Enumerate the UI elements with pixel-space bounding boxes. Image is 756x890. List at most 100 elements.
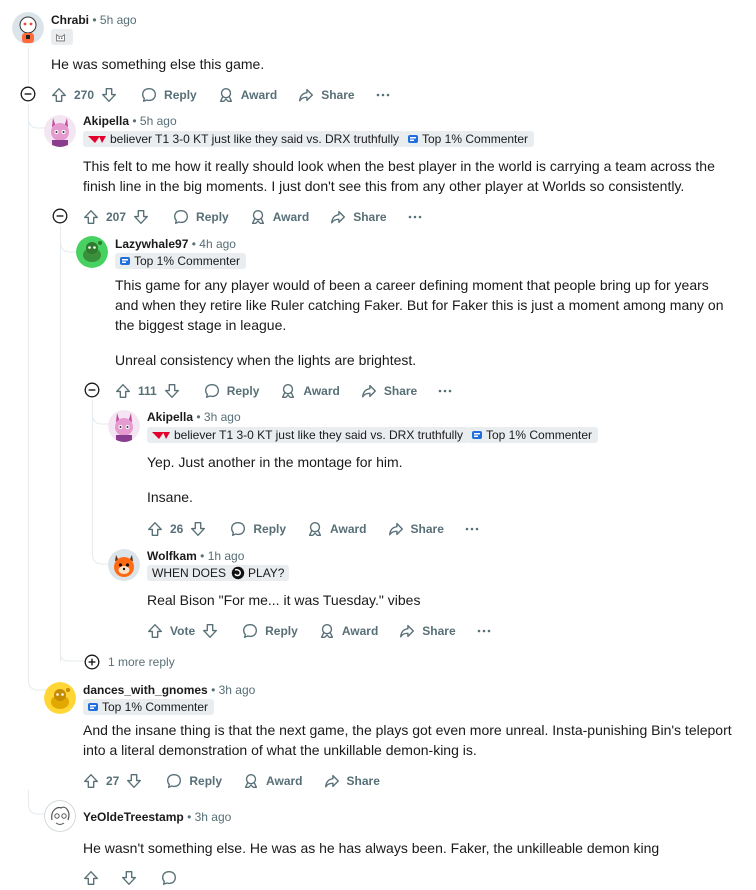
- comment-header: dances_with_gnomes • 3h ago: [83, 683, 255, 697]
- author-name[interactable]: Lazywhale97: [115, 237, 188, 251]
- timestamp[interactable]: 3h ago: [204, 410, 241, 424]
- share-icon: [331, 210, 346, 224]
- upvote-icon[interactable]: [146, 622, 164, 640]
- reply-icon: [167, 774, 182, 788]
- reply-button[interactable]: [160, 869, 184, 887]
- award-label: Award: [330, 522, 367, 536]
- more-options-icon[interactable]: [437, 383, 453, 399]
- share-button[interactable]: Share: [329, 208, 387, 226]
- award-icon: [320, 624, 333, 638]
- share-button[interactable]: Share: [360, 382, 417, 400]
- reply-label: Reply: [189, 774, 223, 788]
- share-button[interactable]: Share: [398, 622, 456, 640]
- author-name[interactable]: Wolfkam: [147, 549, 197, 563]
- reply-label: Reply: [164, 88, 197, 102]
- reply-icon: [174, 210, 189, 224]
- thread-connector: [60, 650, 84, 662]
- downvote-icon[interactable]: [132, 208, 150, 226]
- award-icon: [308, 522, 322, 536]
- downvote-icon[interactable]: [125, 772, 143, 790]
- upvote-icon[interactable]: [82, 772, 100, 790]
- timestamp[interactable]: 1h ago: [208, 549, 245, 563]
- downvote-icon[interactable]: [201, 622, 219, 640]
- user-flair-text: believer T1 3-0 KT just like they said v…: [174, 428, 464, 442]
- more-options-icon[interactable]: [407, 209, 423, 225]
- collapse-icon[interactable]: [20, 86, 36, 102]
- upvote-icon[interactable]: [146, 520, 164, 538]
- reply-button[interactable]: Reply: [241, 622, 298, 640]
- avatar[interactable]: [44, 682, 76, 714]
- comment-paragraph: He wasn't something else. He was as he h…: [83, 840, 660, 856]
- downvote-icon[interactable]: [100, 86, 118, 104]
- comment-paragraph: Insane.: [147, 489, 193, 505]
- more-replies-button[interactable]: 1 more reply: [84, 654, 175, 670]
- collapse-icon[interactable]: [52, 208, 68, 224]
- award-button[interactable]: Award: [318, 622, 378, 640]
- reply-button[interactable]: Reply: [165, 772, 222, 790]
- award-button[interactable]: Award: [249, 208, 309, 226]
- user-flair: believer T1 3-0 KT just like they said v…: [83, 131, 406, 147]
- award-icon: [251, 210, 264, 224]
- reply-label: Reply: [253, 522, 287, 536]
- share-button[interactable]: Share: [387, 520, 444, 538]
- top-commenter-label: Top 1% Commenter: [102, 700, 209, 714]
- downvote-icon[interactable]: [120, 869, 138, 887]
- avatar[interactable]: [108, 549, 140, 581]
- timestamp[interactable]: 4h ago: [199, 237, 236, 251]
- reply-button[interactable]: Reply: [229, 520, 286, 538]
- comment-header: Wolfkam • 1h ago: [147, 549, 244, 563]
- award-button[interactable]: Award: [242, 772, 303, 790]
- author-name[interactable]: dances_with_gnomes: [83, 683, 208, 697]
- separator: •: [196, 410, 201, 424]
- avatar[interactable]: [76, 236, 108, 268]
- more-options-icon[interactable]: [464, 521, 480, 537]
- timestamp[interactable]: 3h ago: [219, 683, 256, 697]
- timestamp[interactable]: 5h ago: [100, 13, 137, 27]
- top-commenter-icon: [408, 135, 418, 143]
- user-flair-text: WHEN DOES: [152, 566, 227, 580]
- reply-button[interactable]: Reply: [172, 208, 229, 226]
- more-options-icon[interactable]: [476, 623, 492, 639]
- reply-label: Reply: [265, 624, 298, 638]
- reply-icon: [204, 384, 219, 398]
- vote-score: 111: [138, 384, 157, 398]
- comment-header: Akipella • 5h ago: [83, 114, 177, 128]
- comment-paragraph: Real Bison "For me... it was Tuesday." v…: [147, 592, 421, 608]
- top-commenter-icon: [472, 431, 482, 439]
- author-name[interactable]: YeOldeTreestamp: [83, 810, 184, 824]
- upvote-icon[interactable]: [50, 86, 68, 104]
- separator: •: [211, 683, 216, 697]
- avatar[interactable]: [12, 12, 44, 44]
- author-name[interactable]: Akipella: [83, 114, 129, 128]
- downvote-icon[interactable]: [163, 382, 181, 400]
- award-button[interactable]: Award: [306, 520, 367, 538]
- author-name[interactable]: Chrabi: [51, 13, 89, 27]
- reply-button[interactable]: Reply: [140, 86, 197, 104]
- user-flair-text: PLAY?: [248, 566, 285, 580]
- comment-paragraph: Unreal consistency when the lights are b…: [115, 352, 417, 368]
- more-options-icon[interactable]: [375, 87, 391, 103]
- comment-actions: 270 Reply Award Share: [50, 83, 391, 107]
- t1-logo-icon: [88, 136, 106, 143]
- downvote-icon[interactable]: [189, 520, 207, 538]
- avatar[interactable]: [44, 800, 76, 832]
- upvote-icon[interactable]: [114, 382, 132, 400]
- timestamp[interactable]: 5h ago: [140, 114, 177, 128]
- upvote-icon[interactable]: [82, 208, 100, 226]
- avatar[interactable]: [108, 410, 140, 442]
- top-commenter-badge: Top 1% Commenter: [83, 699, 215, 715]
- top-commenter-label: Top 1% Commenter: [422, 132, 529, 146]
- comment-actions: [82, 866, 204, 890]
- share-button[interactable]: Share: [323, 772, 380, 790]
- avatar[interactable]: [44, 115, 76, 147]
- share-button[interactable]: Share: [297, 86, 355, 104]
- reply-button[interactable]: Reply: [203, 382, 259, 400]
- award-button[interactable]: Award: [279, 382, 340, 400]
- collapse-icon[interactable]: [84, 382, 100, 398]
- comment-actions: 26 Reply Award Share: [146, 517, 480, 541]
- separator: •: [191, 237, 196, 251]
- timestamp[interactable]: 3h ago: [195, 810, 232, 824]
- award-button[interactable]: Award: [217, 86, 277, 104]
- author-name[interactable]: Akipella: [147, 410, 193, 424]
- upvote-icon[interactable]: [82, 869, 100, 887]
